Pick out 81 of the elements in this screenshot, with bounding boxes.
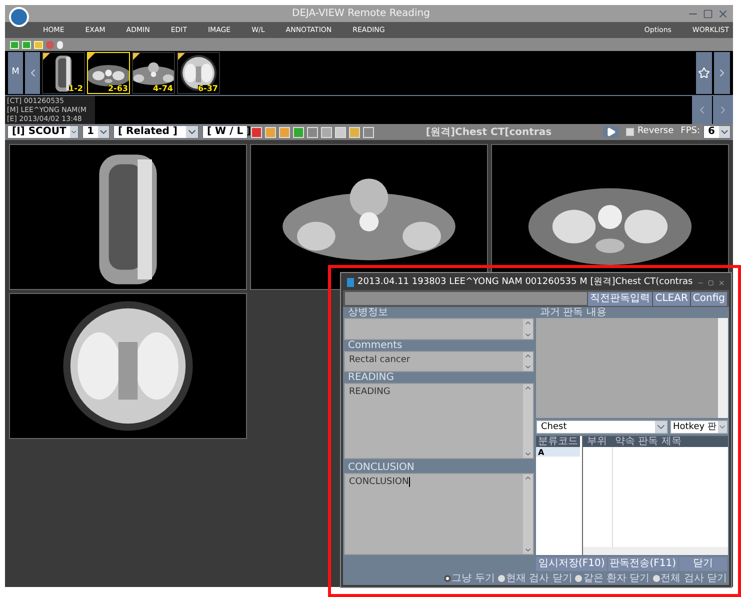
favorite-button[interactable]	[696, 52, 712, 94]
scroll-down-icon[interactable]	[523, 546, 533, 554]
radio-label: 같은 환자 닫기	[583, 572, 650, 586]
tool-icon[interactable]	[363, 126, 374, 138]
window-level-dropdown[interactable]: [ W / L ]	[202, 125, 248, 139]
corner-marker-icon	[133, 53, 140, 60]
dropdown-icon	[98, 126, 109, 138]
reverse-label: Reverse	[637, 125, 674, 138]
dropdown-icon	[655, 421, 667, 433]
tool-icon[interactable]	[321, 126, 332, 138]
tool-icon[interactable]	[335, 126, 346, 138]
tool-icon[interactable]	[251, 126, 262, 138]
radio-button[interactable]	[444, 574, 451, 582]
hand-icon[interactable]	[57, 40, 63, 48]
column-header: 부위	[586, 436, 608, 447]
text-area[interactable]: READING	[344, 383, 534, 459]
grid-layout-icon[interactable]	[34, 40, 43, 48]
scroll-up-icon[interactable]	[523, 474, 533, 482]
dropdown-icon	[70, 126, 78, 138]
scroll-up-icon[interactable]	[523, 319, 533, 327]
corner-marker-icon	[178, 53, 185, 60]
play-button[interactable]	[603, 126, 620, 138]
thumbnail-label: 4-74	[152, 85, 173, 93]
tool-icon[interactable]	[307, 126, 318, 138]
thumbnail[interactable]: 6-37	[177, 52, 220, 94]
category-dropdown[interactable]: Chest	[536, 420, 668, 434]
app-icon	[347, 278, 354, 287]
thumbnail[interactable]: 4-74	[132, 52, 175, 94]
hotkey-dropdown[interactable]: Hotkey 판	[670, 420, 728, 434]
text-area[interactable]: Rectal cancer	[344, 351, 534, 372]
radio-label: 전체 검사 닫기	[660, 572, 727, 586]
history-area[interactable]	[536, 318, 728, 418]
thumbnail-label: 6-37	[198, 85, 218, 93]
horizontal-scrollbar[interactable]	[583, 547, 728, 555]
thumbnail-label: 1-2	[68, 85, 83, 93]
series-title: [원격]Chest CT[contras	[424, 126, 553, 140]
radio-button[interactable]	[652, 574, 660, 582]
radio-label: 그냥 두기	[452, 572, 495, 586]
dropdown-icon	[718, 421, 727, 433]
scroll-down-icon[interactable]	[523, 363, 533, 371]
dialog-title: 2013.04.11 193803 LEE^YONG NAM 001260535 M [원격]Chest CT(contras	[358, 276, 693, 289]
info-field[interactable]	[345, 292, 588, 305]
star-icon	[698, 67, 710, 79]
mode-button[interactable]: M	[8, 52, 23, 94]
window-title: DEJA-VIEW Remote Reading	[292, 7, 430, 21]
scroll-down-icon[interactable]	[523, 331, 533, 339]
play-icon	[606, 127, 616, 137]
fps-label: FPS:	[680, 125, 700, 138]
tool-icon[interactable]	[293, 126, 304, 138]
conclusion-text: CONCLUSION	[349, 477, 410, 487]
column-header: 분류코드	[536, 436, 580, 447]
maximize-icon[interactable]	[703, 8, 713, 18]
corner-marker-icon	[88, 53, 95, 60]
corner-marker-icon	[43, 53, 50, 60]
table-row[interactable]: A	[536, 447, 580, 457]
radio-button[interactable]	[498, 574, 505, 582]
close-icon[interactable]	[717, 8, 729, 20]
column-header: 약속 판독 제목	[614, 436, 682, 447]
tool-icon[interactable]	[279, 126, 290, 138]
thumbnail[interactable]: 1-2	[42, 52, 85, 94]
series-dropdown[interactable]: [I] SCOUT	[7, 125, 79, 139]
related-dropdown[interactable]: [ Related ]	[113, 125, 199, 139]
dropdown-icon	[186, 126, 198, 138]
text-area[interactable]: CONCLUSION	[344, 473, 534, 555]
reverse-checkbox[interactable]	[626, 128, 634, 136]
scroll-up-icon[interactable]	[523, 352, 533, 360]
radio-label: 현재 검사 닫기	[506, 572, 572, 586]
app-logo-icon	[9, 7, 29, 27]
fps-dropdown[interactable]: 6	[703, 125, 731, 139]
reading-text: READING	[349, 387, 390, 397]
thumbnail-label: 2-63	[108, 85, 128, 93]
thumbnail[interactable]: 2-63	[87, 52, 130, 94]
index-dropdown[interactable]: 1	[82, 125, 110, 139]
maximize-icon[interactable]	[708, 278, 714, 286]
scroll-down-icon[interactable]	[523, 450, 533, 458]
comments-text: Rectal cancer	[349, 355, 410, 365]
dropdown-icon	[718, 126, 730, 138]
scroll-up-icon[interactable]	[523, 384, 533, 392]
radio-button[interactable]	[575, 574, 582, 582]
tool-icon[interactable]	[265, 126, 276, 138]
tool-icon[interactable]	[349, 126, 360, 138]
